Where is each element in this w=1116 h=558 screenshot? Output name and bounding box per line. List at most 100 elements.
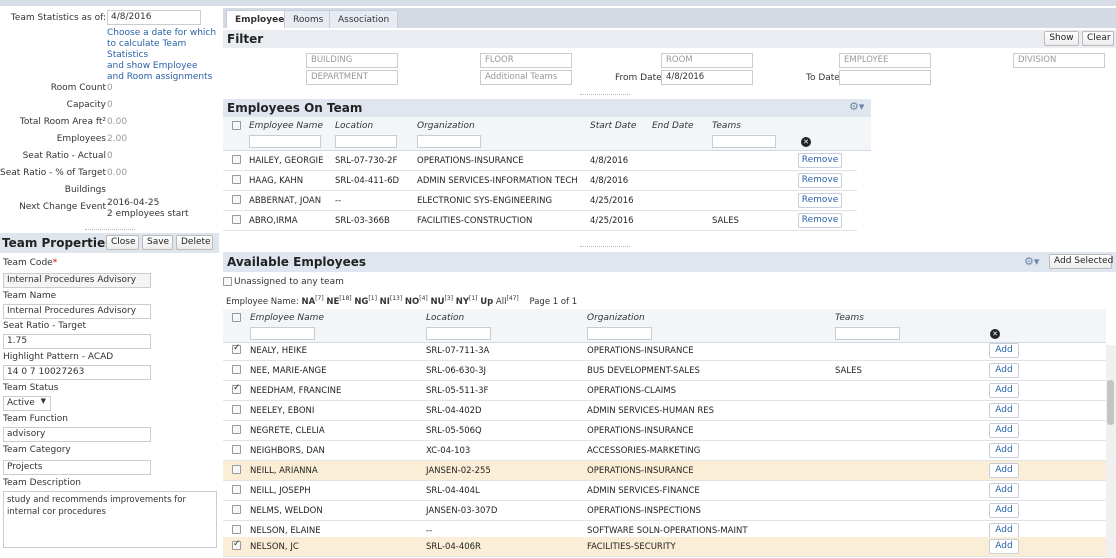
row-checkbox[interactable] xyxy=(232,365,241,374)
index-link-no[interactable]: NO[4] xyxy=(405,295,428,307)
col-start-date[interactable]: Start Date xyxy=(590,121,636,131)
save-button[interactable]: Save xyxy=(142,235,173,250)
row-checkbox[interactable] xyxy=(232,525,241,534)
row-checkbox[interactable] xyxy=(232,465,241,474)
add-button[interactable]: Add xyxy=(989,539,1019,554)
table-row[interactable]: NEEDHAM, FRANCINE SRL-05-511-3F OPERATIO… xyxy=(223,381,1106,401)
unassigned-checkbox[interactable] xyxy=(223,277,232,286)
select-all-checkbox[interactable] xyxy=(232,121,241,130)
add-button[interactable]: Add xyxy=(989,523,1019,538)
stats-date-input[interactable]: 4/8/2016 xyxy=(107,10,201,25)
col-location[interactable]: Location xyxy=(426,313,464,323)
col-end-date[interactable]: End Date xyxy=(652,121,693,131)
table-row[interactable]: NEE, MARIE-ANGE SRL-06-630-3J BUS DEVELO… xyxy=(223,361,1106,381)
teams-filter[interactable] xyxy=(712,135,776,148)
index-link-all[interactable]: All[47] xyxy=(496,295,519,307)
table-row[interactable]: NELSON, JC SRL-04-406R FACILITIES-SECURI… xyxy=(223,537,1106,557)
team-category-field[interactable]: Projects xyxy=(3,460,151,475)
select-all-checkbox[interactable] xyxy=(232,313,241,322)
table-row[interactable]: NEGRETE, CLELIA SRL-05-506Q OPERATIONS-I… xyxy=(223,421,1106,441)
table-row[interactable]: NEILL, ARIANNA JANSEN-02-255 OPERATIONS-… xyxy=(223,461,1106,481)
room-filter[interactable]: ROOM xyxy=(661,53,753,68)
table-row[interactable]: NEILL, JOSEPH SRL-04-404L ADMIN SERVICES… xyxy=(223,481,1106,501)
team-status-select[interactable]: Active ▼ xyxy=(3,396,51,411)
col-organization[interactable]: Organization xyxy=(587,313,645,323)
row-checkbox[interactable] xyxy=(232,425,241,434)
row-checkbox[interactable] xyxy=(232,195,241,204)
location-filter[interactable] xyxy=(426,327,491,340)
gear-icon[interactable]: ⚙▾ xyxy=(1024,255,1039,268)
table-row[interactable]: ABBERNAT, JOAN -- ELECTRONIC SYS-ENGINEE… xyxy=(223,191,857,211)
department-filter[interactable]: DEPARTMENT xyxy=(306,70,398,85)
row-checkbox[interactable] xyxy=(232,539,241,550)
add-button[interactable]: Add xyxy=(989,383,1019,398)
row-checkbox[interactable] xyxy=(232,405,241,414)
remove-button[interactable]: Remove xyxy=(798,173,842,188)
row-checkbox[interactable] xyxy=(232,485,241,494)
floor-filter[interactable]: FLOOR xyxy=(480,53,572,68)
scrollbar-thumb[interactable] xyxy=(1107,380,1114,425)
unassigned-option[interactable]: Unassigned to any team xyxy=(223,276,523,290)
tab-association[interactable]: Association xyxy=(329,10,399,28)
add-button[interactable]: Add xyxy=(989,343,1019,358)
location-filter[interactable] xyxy=(335,135,397,148)
table-row[interactable]: NEALY, HEIKE SRL-07-711-3A OPERATIONS-IN… xyxy=(223,341,1106,361)
row-checkbox[interactable] xyxy=(232,343,241,354)
index-link-nu[interactable]: NU[3] xyxy=(430,295,453,307)
team-description-field[interactable]: study and recommends improvements for in… xyxy=(3,491,217,548)
employee-filter[interactable]: EMPLOYEE xyxy=(839,53,931,68)
add-button[interactable]: Add xyxy=(989,443,1019,458)
index-link-na[interactable]: NA[7] xyxy=(301,295,323,307)
clear-button[interactable]: Clear xyxy=(1082,31,1114,46)
row-checkbox[interactable] xyxy=(232,505,241,514)
delete-button[interactable]: Delete xyxy=(176,235,213,250)
col-employee-name[interactable]: Employee Name xyxy=(249,121,323,131)
index-link-ng[interactable]: NG[1] xyxy=(354,295,377,307)
add-button[interactable]: Add xyxy=(989,503,1019,518)
teams-filter[interactable] xyxy=(835,327,900,340)
from-date-input[interactable]: 4/8/2016 xyxy=(661,70,753,85)
table-row[interactable]: HAILEY, GEORGIE SRL-07-730-2F OPERATIONS… xyxy=(223,151,857,171)
building-filter[interactable]: BUILDING xyxy=(306,53,398,68)
row-checkbox[interactable] xyxy=(232,175,241,184)
division-filter[interactable]: DIVISION xyxy=(1013,53,1105,68)
col-employee-name[interactable]: Employee Name xyxy=(250,313,324,323)
add-button[interactable]: Add xyxy=(989,423,1019,438)
table-row[interactable]: NEIGHBORS, DAN XC-04-103 ACCESSORIES-MAR… xyxy=(223,441,1106,461)
table-row[interactable]: NEELEY, EBONI SRL-04-402D ADMIN SERVICES… xyxy=(223,401,1106,421)
row-checkbox[interactable] xyxy=(232,155,241,164)
index-link-ni[interactable]: NI[13] xyxy=(380,295,403,307)
organization-filter[interactable] xyxy=(417,135,481,148)
tab-rooms[interactable]: Rooms xyxy=(284,10,333,28)
splitter-handle[interactable] xyxy=(85,229,135,230)
to-date-input[interactable] xyxy=(839,70,931,85)
highlight-pattern-field[interactable]: 14 0 7 10027263 xyxy=(3,365,151,380)
employee-name-filter[interactable] xyxy=(249,135,321,148)
add-button[interactable]: Add xyxy=(989,363,1019,378)
add-button[interactable]: Add xyxy=(989,483,1019,498)
show-button[interactable]: Show xyxy=(1044,31,1079,46)
index-link-ne[interactable]: NE[18] xyxy=(326,295,351,307)
row-checkbox[interactable] xyxy=(232,445,241,454)
remove-button[interactable]: Remove xyxy=(798,153,842,168)
row-checkbox[interactable] xyxy=(232,215,241,224)
index-link-ny[interactable]: NY[1] xyxy=(456,295,478,307)
col-teams[interactable]: Teams xyxy=(712,121,741,131)
col-teams[interactable]: Teams xyxy=(835,313,864,323)
team-name-field[interactable]: Internal Procedures Advisory xyxy=(3,304,151,319)
table-row[interactable]: ABRO,IRMA SRL-03-366B FACILITIES-CONSTRU… xyxy=(223,211,857,231)
add-button[interactable]: Add xyxy=(989,463,1019,478)
employee-name-filter[interactable] xyxy=(250,327,315,340)
col-organization[interactable]: Organization xyxy=(417,121,475,131)
add-selected-button[interactable]: Add Selected xyxy=(1049,254,1113,269)
team-function-field[interactable]: advisory xyxy=(3,427,151,442)
add-button[interactable]: Add xyxy=(989,403,1019,418)
team-code-field[interactable]: Internal Procedures Advisory xyxy=(3,273,151,288)
splitter-handle[interactable] xyxy=(580,94,630,95)
clear-filter-icon[interactable]: ✕ xyxy=(990,329,1000,339)
scrollbar[interactable] xyxy=(1106,345,1116,558)
col-location[interactable]: Location xyxy=(335,121,373,131)
splitter-handle[interactable] xyxy=(580,246,630,247)
remove-button[interactable]: Remove xyxy=(798,193,842,208)
gear-icon[interactable]: ⚙▾ xyxy=(849,100,864,113)
